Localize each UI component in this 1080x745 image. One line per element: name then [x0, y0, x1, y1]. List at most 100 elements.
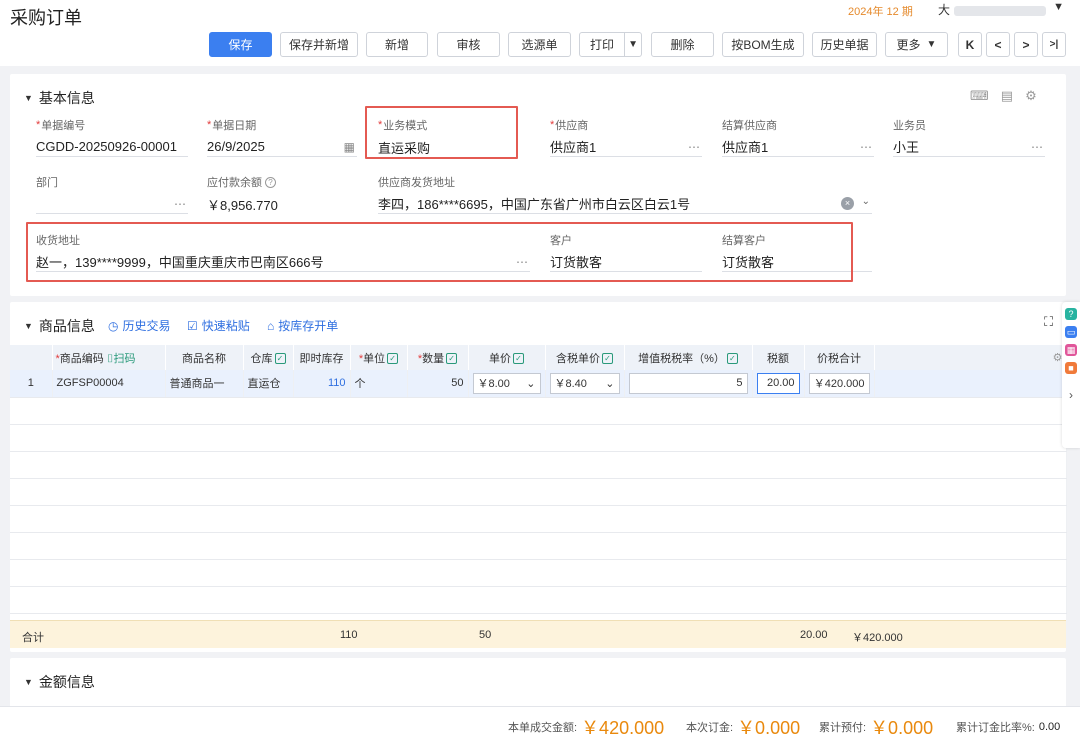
more-dots-icon[interactable]: ⋯	[174, 197, 186, 211]
chevron-down-icon: ▼	[926, 39, 937, 50]
supplier-field[interactable]: * 供应商 供应商1 ⋯	[550, 118, 702, 157]
sum-total: ￥420.000	[852, 632, 903, 644]
row-index: 1	[10, 370, 53, 398]
amount-info-section: ▼ 金额信息	[10, 658, 1066, 708]
amount-info-header[interactable]: ▼ 金额信息	[24, 672, 95, 692]
more-button[interactable]: 更多 ▼	[885, 32, 948, 57]
save-button[interactable]: 保存	[209, 32, 272, 57]
help-icon[interactable]: ?	[265, 176, 276, 188]
select-source-button[interactable]: 选源单	[508, 32, 571, 57]
table-row[interactable]	[10, 586, 1067, 614]
cell-tax-rate[interactable]: 5	[624, 370, 753, 398]
doc-date-value: 26/9/2025	[207, 139, 265, 154]
batch-edit-icon: ✓	[726, 353, 738, 365]
col-name: 商品名称	[165, 345, 244, 370]
clear-icon[interactable]: ×	[841, 197, 854, 210]
save-new-button[interactable]: 保存并新增	[280, 32, 358, 57]
chevron-down-icon[interactable]: ▼	[624, 33, 641, 56]
top-bar: 采购订单 2024年 12 期 大 ▼ 保存 保存并新增 新增 审核 选源单 打…	[0, 0, 1080, 66]
table-row[interactable]: 1 ZGFSP00004 普通商品一 直运仓 110 个 50 ￥8.00 ⌄ ￥…	[10, 370, 1067, 398]
nav-last-icon[interactable]: >|	[1042, 32, 1066, 57]
app-icon[interactable]: ■	[1065, 362, 1077, 374]
nav-next-icon[interactable]: >	[1014, 32, 1038, 57]
nav-prev-icon[interactable]: <	[986, 32, 1010, 57]
help-icon[interactable]: ?	[1065, 308, 1077, 320]
period-label[interactable]: 2024年 12 期	[848, 3, 913, 19]
chevron-down-icon: ▼	[1053, 1, 1064, 13]
payable-label: 应付款余额	[207, 177, 262, 189]
scan-label[interactable]: 扫码	[113, 353, 135, 365]
quick-paste-link[interactable]: ☑ 快速粘贴	[187, 317, 250, 334]
basic-info-header[interactable]: ▼ 基本信息	[24, 88, 95, 108]
cell-tax[interactable]: 20.00	[752, 370, 805, 398]
sum-qty: 50	[479, 629, 492, 641]
cell-qty[interactable]: 50	[407, 370, 469, 398]
table-row[interactable]	[10, 559, 1067, 587]
salesman-value: 小王	[893, 140, 920, 155]
col-settings[interactable]: ⚙	[874, 345, 1067, 370]
col-warehouse[interactable]: 仓库 ✓	[243, 345, 294, 370]
fullscreen-icon[interactable]: ⛶	[1044, 314, 1053, 330]
doc-date-field[interactable]: * 单据日期 26/9/2025 ▦	[207, 118, 357, 157]
document-settings-icon[interactable]: ▤	[1001, 88, 1013, 104]
col-tax-price[interactable]: 含税单价 ✓	[545, 345, 625, 370]
table-row[interactable]	[10, 397, 1067, 425]
chevron-down-icon[interactable]: ⌄	[862, 196, 870, 207]
doc-no-field[interactable]: * 单据编号 CGDD-20250926-00001	[36, 118, 188, 157]
cell-price[interactable]: ￥8.00 ⌄	[468, 370, 546, 398]
stock-order-link[interactable]: ⌂ 按库存开单	[267, 317, 338, 334]
audit-button[interactable]: 审核	[437, 32, 500, 57]
bom-generate-button[interactable]: 按BOM生成	[722, 32, 804, 57]
salesman-field[interactable]: 业务员 小王 ⋯	[893, 118, 1045, 157]
batch-edit-icon: ✓	[513, 353, 524, 365]
col-qty[interactable]: *数量 ✓	[407, 345, 469, 370]
more-dots-icon[interactable]: ⋯	[860, 140, 872, 154]
calendar-icon[interactable]: ▦	[344, 140, 355, 154]
cell-total[interactable]: ￥420.000	[804, 370, 875, 398]
nav-first-icon[interactable]: K	[958, 32, 982, 57]
table-row[interactable]	[10, 532, 1067, 560]
sum-tax: 20.00	[800, 629, 828, 641]
print-button[interactable]: 打印 ▼	[579, 32, 642, 57]
gear-icon[interactable]: ⚙	[1025, 88, 1037, 104]
settle-supplier-field[interactable]: 结算供应商 供应商1 ⋯	[722, 118, 874, 157]
col-unit[interactable]: *单位 ✓	[350, 345, 408, 370]
paste-icon: ☑	[187, 318, 198, 333]
org-selector[interactable]: 大 ▼	[938, 1, 1064, 19]
supplier-ship-address-field[interactable]: 供应商发货地址 李四，186****6695，中国广东省广州市白云区白云1号 ×…	[378, 175, 872, 214]
col-price[interactable]: 单价 ✓	[468, 345, 546, 370]
supplier-label: 供应商	[555, 120, 589, 132]
delete-button[interactable]: 删除	[651, 32, 714, 57]
cell-name[interactable]: 普通商品一	[165, 370, 244, 398]
clock-icon: ◷	[108, 318, 119, 333]
table-row[interactable]	[10, 505, 1067, 533]
goods-info-header[interactable]: ▼ 商品信息	[24, 316, 95, 336]
history-docs-button[interactable]: 历史单据	[812, 32, 877, 57]
chevron-right-icon[interactable]: ›	[1062, 388, 1080, 402]
history-trade-label: 历史交易	[122, 319, 171, 333]
table-row[interactable]	[10, 424, 1067, 452]
cell-warehouse[interactable]: 直运仓	[243, 370, 294, 398]
history-trade-link[interactable]: ◷ 历史交易	[108, 317, 171, 334]
cell-unit[interactable]: 个	[350, 370, 408, 398]
table-row[interactable]	[10, 451, 1067, 479]
cell-tax-price[interactable]: ￥8.40 ⌄	[545, 370, 625, 398]
col-index	[10, 345, 53, 370]
chat-icon[interactable]: ▭	[1065, 326, 1077, 338]
dept-field[interactable]: 部门 ⋯	[36, 175, 188, 214]
cell-stock[interactable]: 110	[293, 370, 351, 398]
cell-code[interactable]: ZGFSP00004	[52, 370, 166, 398]
org-name: 大	[938, 3, 951, 17]
deal-amount: 本单成交金额: ￥420.000	[508, 717, 665, 738]
table-row[interactable]	[10, 478, 1067, 506]
add-button[interactable]: 新增	[366, 32, 428, 57]
keyboard-icon[interactable]: ⌨	[970, 88, 989, 104]
more-dots-icon[interactable]: ⋯	[688, 140, 700, 154]
calendar-icon[interactable]: ▦	[1065, 344, 1077, 356]
more-dots-icon[interactable]: ⋯	[1031, 140, 1043, 154]
col-tax-rate[interactable]: 增值税税率（%） ✓	[624, 345, 753, 370]
col-code[interactable]: *商品编码 ⌷扫码	[52, 345, 166, 370]
summary-row: 合计 110 50 20.00 ￥420.000	[10, 620, 1066, 648]
supplier-value: 供应商1	[550, 140, 597, 155]
ship-addr-label: 供应商发货地址	[378, 177, 455, 189]
